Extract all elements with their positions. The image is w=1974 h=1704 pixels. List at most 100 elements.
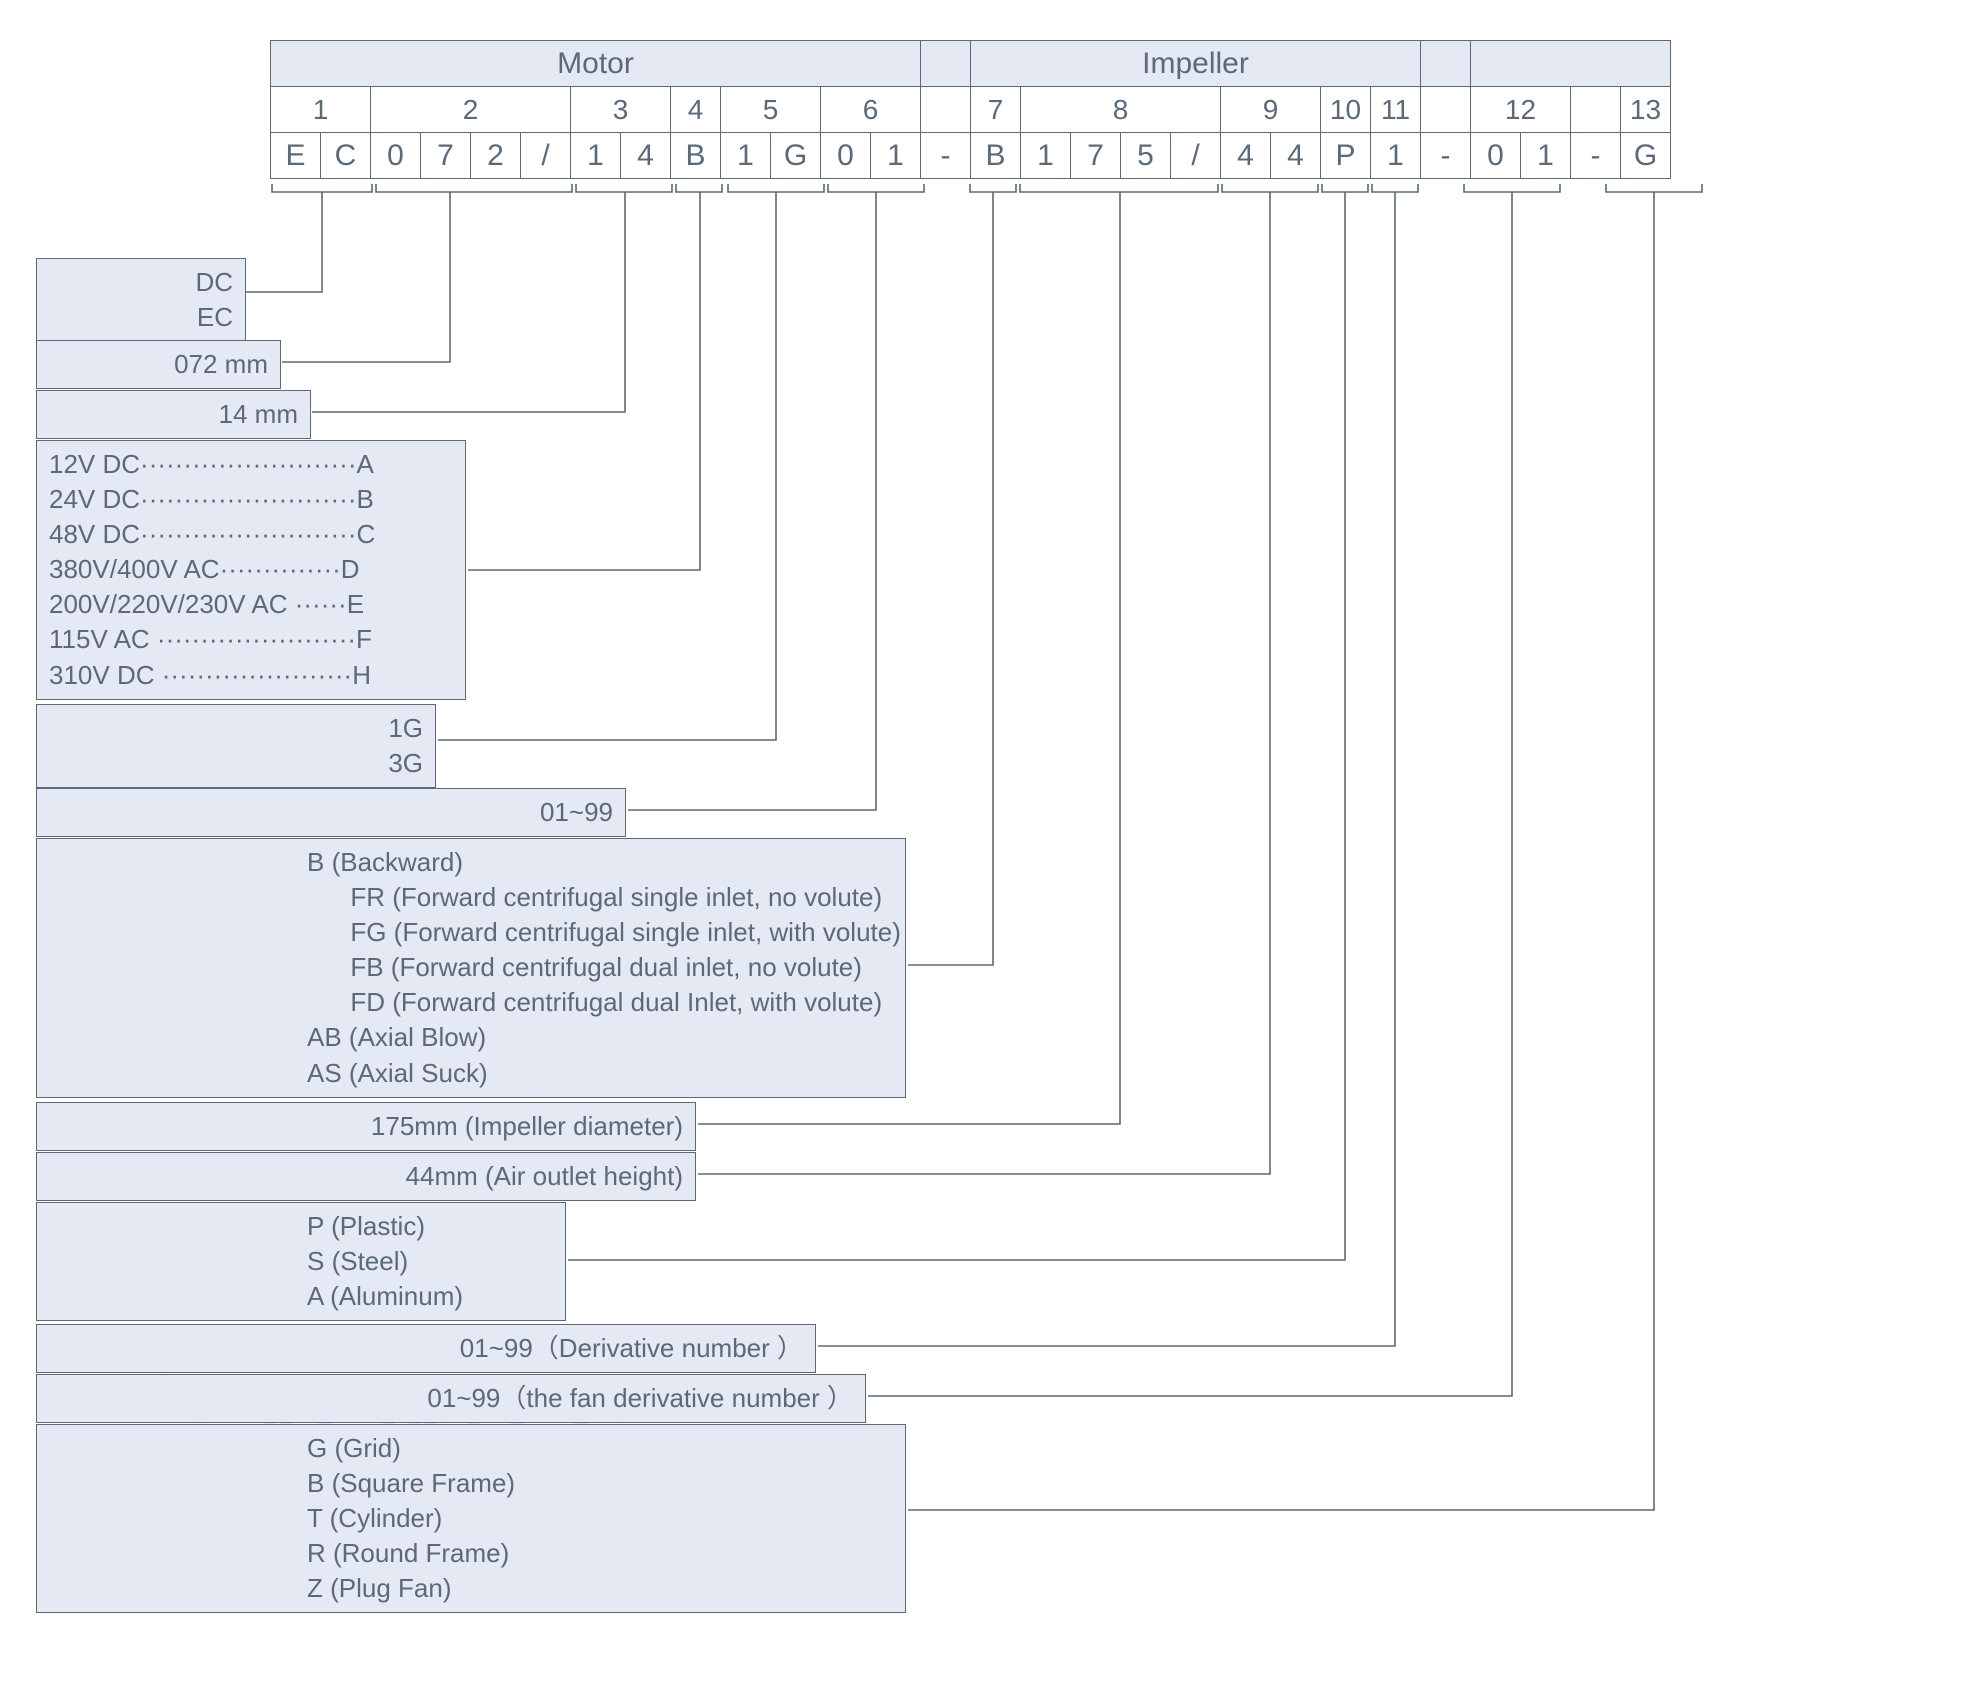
group-7: 7 [971, 87, 1021, 133]
legend-box-2: 072 mm [36, 340, 281, 389]
group-row: 1 2 3 4 5 6 7 8 9 10 11 12 13 [271, 87, 1671, 133]
header-row: Motor Impeller [271, 41, 1671, 87]
legend-4-l7: 310V DC ······················H [49, 658, 453, 693]
char-11: 0 [821, 133, 871, 179]
legend-4-l5: 200V/220V/230V AC ······E [49, 587, 453, 622]
char-9: 1 [721, 133, 771, 179]
legend-box-13: G (Grid) B (Square Frame) T (Cylinder) R… [36, 1424, 906, 1613]
legend-5-l2: 3G [49, 746, 423, 781]
group-13: 13 [1621, 87, 1671, 133]
header-sep-2 [1421, 41, 1471, 87]
header-impeller: Impeller [971, 41, 1421, 87]
char-5: / [521, 133, 571, 179]
legend-7-l6: AB (Axial Blow) [307, 1020, 893, 1055]
legend-box-3: 14 mm [36, 390, 311, 439]
legend-box-1: DC EC [36, 258, 246, 342]
char-10: G [771, 133, 821, 179]
char-8: B [671, 133, 721, 179]
char-27: G [1621, 133, 1671, 179]
group-12: 12 [1471, 87, 1571, 133]
group-10: 10 [1321, 87, 1371, 133]
legend-box-5: 1G 3G [36, 704, 436, 788]
legend-4-l6: 115V AC ·······················F [49, 622, 453, 657]
char-21: P [1321, 133, 1371, 179]
char-25: 1 [1521, 133, 1571, 179]
legend-7-l4: FB (Forward centrifugal dual inlet, no v… [307, 950, 893, 985]
legend-10-l2: S (Steel) [307, 1244, 553, 1279]
char-15: 1 [1021, 133, 1071, 179]
char-19: 4 [1221, 133, 1271, 179]
legend-7-l2: FR (Forward centrifugal single inlet, no… [307, 880, 893, 915]
group-sep-3 [1571, 87, 1621, 133]
code-table: Motor Impeller 1 2 3 4 5 6 7 8 9 10 11 1… [270, 40, 1671, 179]
legend-box-9: 44mm (Air outlet height) [36, 1152, 696, 1201]
group-8: 8 [1021, 87, 1221, 133]
char-row: E C 0 7 2 / 1 4 B 1 G 0 1 - B 1 7 5 / 4 … [271, 133, 1671, 179]
header-blank [1471, 41, 1671, 87]
legend-13-l4: R (Round Frame) [307, 1536, 893, 1571]
char-4: 2 [471, 133, 521, 179]
group-9: 9 [1221, 87, 1321, 133]
legend-box-7: B (Backward) FR (Forward centrifugal sin… [36, 838, 906, 1098]
legend-box-10: P (Plastic) S (Steel) A (Aluminum) [36, 1202, 566, 1321]
legend-6-l1: 01~99 [49, 795, 613, 830]
legend-box-6: 01~99 [36, 788, 626, 837]
group-sep-1 [921, 87, 971, 133]
legend-8-l1: 175mm (Impeller diameter) [49, 1109, 683, 1144]
legend-7-l3: FG (Forward centrifugal single inlet, wi… [307, 915, 893, 950]
legend-box-12: 01~99（the fan derivative number ） [36, 1374, 866, 1423]
group-sep-2 [1421, 87, 1471, 133]
legend-box-8: 175mm (Impeller diameter) [36, 1102, 696, 1151]
char-20: 4 [1271, 133, 1321, 179]
legend-10-l1: P (Plastic) [307, 1209, 553, 1244]
legend-7-l7: AS (Axial Suck) [307, 1056, 893, 1091]
group-2: 2 [371, 87, 571, 133]
legend-13-l5: Z (Plug Fan) [307, 1571, 893, 1606]
legend-box-11: 01~99（Derivative number ） [36, 1324, 816, 1373]
char-1: C [321, 133, 371, 179]
char-18: / [1171, 133, 1221, 179]
legend-13-l2: B (Square Frame) [307, 1466, 893, 1501]
legend-7-l5: FD (Forward centrifugal dual Inlet, with… [307, 985, 893, 1020]
char-14: B [971, 133, 1021, 179]
char-16: 7 [1071, 133, 1121, 179]
legend-7-l1: B (Backward) [307, 845, 893, 880]
group-3: 3 [571, 87, 671, 133]
char-0: E [271, 133, 321, 179]
char-22: 1 [1371, 133, 1421, 179]
char-26: - [1571, 133, 1621, 179]
legend-13-l3: T (Cylinder) [307, 1501, 893, 1536]
char-13: - [921, 133, 971, 179]
group-5: 5 [721, 87, 821, 133]
char-7: 4 [621, 133, 671, 179]
legend-4-l3: 48V DC·························C [49, 517, 453, 552]
legend-4-l2: 24V DC·························B [49, 482, 453, 517]
group-6: 6 [821, 87, 921, 133]
legend-2-l1: 072 mm [49, 347, 268, 382]
legend-1-l1: DC [49, 265, 233, 300]
char-3: 7 [421, 133, 471, 179]
legend-1-l2: EC [49, 300, 233, 335]
header-sep-1 [921, 41, 971, 87]
char-6: 1 [571, 133, 621, 179]
group-1: 1 [271, 87, 371, 133]
nomenclature-diagram: VENTEC Motor Impeller 1 2 3 4 5 6 7 8 9 … [40, 40, 1934, 1664]
group-4: 4 [671, 87, 721, 133]
legend-13-l1: G (Grid) [307, 1431, 893, 1466]
legend-box-4: 12V DC·························A 24V DC·… [36, 440, 466, 700]
legend-4-l4: 380V/400V AC··············D [49, 552, 453, 587]
header-motor: Motor [271, 41, 921, 87]
legend-9-l1: 44mm (Air outlet height) [49, 1159, 683, 1194]
char-12: 1 [871, 133, 921, 179]
group-11: 11 [1371, 87, 1421, 133]
char-2: 0 [371, 133, 421, 179]
legend-10-l3: A (Aluminum) [307, 1279, 553, 1314]
legend-4-l1: 12V DC·························A [49, 447, 453, 482]
legend-12-l1: 01~99（the fan derivative number ） [49, 1381, 853, 1416]
legend-11-l1: 01~99（Derivative number ） [49, 1331, 803, 1366]
char-24: 0 [1471, 133, 1521, 179]
legend-5-l1: 1G [49, 711, 423, 746]
char-17: 5 [1121, 133, 1171, 179]
legend-3-l1: 14 mm [49, 397, 298, 432]
char-23: - [1421, 133, 1471, 179]
